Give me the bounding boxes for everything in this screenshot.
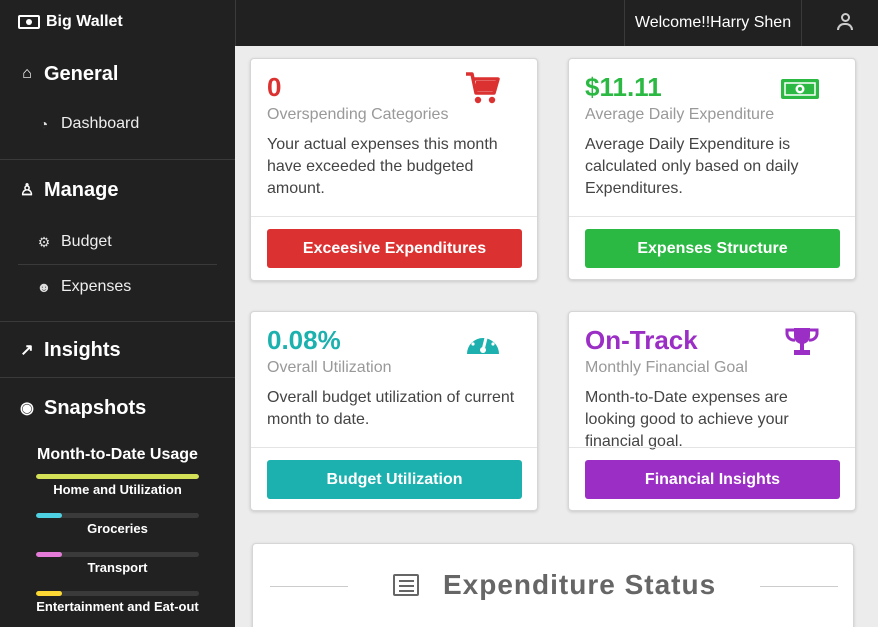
card-subtitle: Average Daily Expenditure (585, 106, 775, 123)
card-value: On-Track (585, 325, 698, 355)
usage-item: Groceries (36, 513, 199, 536)
brand[interactable]: Big Wallet (0, 0, 235, 44)
expenses-structure-button[interactable]: Expenses Structure (585, 229, 840, 268)
sidebar-section-general: ⌂ General ◔ Dashboard (0, 44, 235, 160)
card-description: Month-to-Date expenses are looking good … (585, 389, 789, 450)
users-icon: ☻ (36, 279, 52, 295)
card-value: $11.11 (585, 72, 662, 102)
usage-title: Month-to-Date Usage (37, 446, 198, 463)
card-subtitle: Overall Utilization (267, 359, 392, 376)
card-description: Your actual expenses this month have exc… (267, 136, 498, 197)
card-separator (569, 216, 855, 217)
user-icon[interactable] (836, 13, 854, 31)
eye-icon: ◉ (20, 400, 34, 417)
money-icon (781, 79, 819, 99)
usage-fill (36, 474, 199, 479)
card-value: 0.08% (267, 325, 341, 355)
dashboard-icon: ◔ (39, 116, 49, 132)
user-tie-icon: ♙ (19, 182, 35, 199)
usage-bar (36, 513, 199, 518)
usage-item: Home and Utilization (36, 474, 199, 497)
divider-left (270, 586, 348, 587)
sidebar-item-label: Expenses (61, 278, 132, 295)
welcome-text[interactable]: Welcome!!Harry Shen (624, 0, 802, 46)
card-separator (251, 447, 537, 448)
usage-fill (36, 591, 63, 596)
list-icon (393, 574, 419, 596)
line-chart-icon: ↗ (20, 342, 34, 359)
sidebar: Big Wallet ⌂ General ◔ Dashboard ♙ Manag… (0, 0, 235, 627)
usage-label: Home and Utilization (53, 482, 182, 497)
sidebar-item-label: Dashboard (61, 115, 140, 132)
section-label: Manage (44, 178, 119, 201)
usage-fill (36, 552, 63, 557)
usage-bar (36, 552, 199, 557)
card-subtitle: Overspending Categories (267, 106, 449, 123)
section-label: Insights (44, 338, 121, 361)
usage-item: Transport (36, 552, 199, 575)
gauge-icon (467, 330, 499, 354)
card-description: Average Daily Expenditure is calculated … (585, 136, 799, 197)
card-overspending: 0 Overspending Categories Your actual ex… (250, 58, 538, 281)
financial-insights-button[interactable]: Financial Insights (585, 460, 840, 499)
card-separator (251, 216, 537, 217)
usage-label: Transport (87, 560, 148, 575)
sidebar-item-dashboard[interactable]: ◔ Dashboard (0, 104, 235, 144)
wallet-icon (18, 15, 40, 29)
home-icon: ⌂ (22, 65, 32, 82)
usage-bar (36, 591, 199, 596)
sidebar-item-budget[interactable]: ⚙ Budget (0, 220, 235, 264)
usage-label: Entertainment and Eat-out (36, 599, 199, 614)
brand-name: Big Wallet (46, 13, 123, 30)
usage-fill (36, 513, 63, 518)
usage-item: Entertainment and Eat-out (36, 591, 199, 614)
excessive-expenditures-button[interactable]: Exceesive Expenditures (267, 229, 522, 268)
section-title-manage[interactable]: ♙ Manage (0, 160, 235, 220)
card-financial-goal: On-Track Monthly Financial Goal Month-to… (568, 311, 856, 511)
card-subtitle: Monthly Financial Goal (585, 359, 748, 376)
cart-icon (466, 72, 500, 104)
sidebar-section-insights: ↗ Insights (0, 322, 235, 378)
section-title-general[interactable]: ⌂ General (0, 44, 235, 104)
sidebar-section-manage: ♙ Manage ⚙ Budget ☻ Expenses (0, 160, 235, 322)
usage-label: Groceries (87, 521, 148, 536)
card-description: Overall budget utilization of current mo… (267, 389, 515, 428)
sidebar-item-expenses[interactable]: ☻ Expenses (0, 265, 235, 309)
top-bar: Welcome!!Harry Shen (235, 0, 878, 46)
card-utilization: 0.08% Overall Utilization Overall budget… (250, 311, 538, 511)
card-average-daily: $11.11 Average Daily Expenditure Average… (568, 58, 856, 280)
card-value: 0 (267, 72, 282, 102)
divider-right (760, 586, 838, 587)
trophy-icon (785, 328, 819, 355)
section-title: Expenditure Status (443, 569, 717, 600)
section-title-insights[interactable]: ↗ Insights (0, 322, 235, 378)
sidebar-item-label: Budget (61, 233, 112, 250)
budget-utilization-button[interactable]: Budget Utilization (267, 460, 522, 499)
usage-list: Home and Utilization Groceries Transport… (0, 474, 235, 614)
card-separator (569, 447, 855, 448)
expenditure-status-panel: Expenditure Status (252, 543, 854, 627)
usage-bar (36, 474, 199, 479)
cogs-icon: ⚙ (37, 233, 51, 250)
section-label: General (44, 62, 119, 85)
sidebar-section-snapshots: ◉ Snapshots Month-to-Date Usage Home and… (0, 378, 235, 614)
section-title-snapshots[interactable]: ◉ Snapshots (0, 378, 235, 438)
section-label: Snapshots (44, 396, 147, 419)
